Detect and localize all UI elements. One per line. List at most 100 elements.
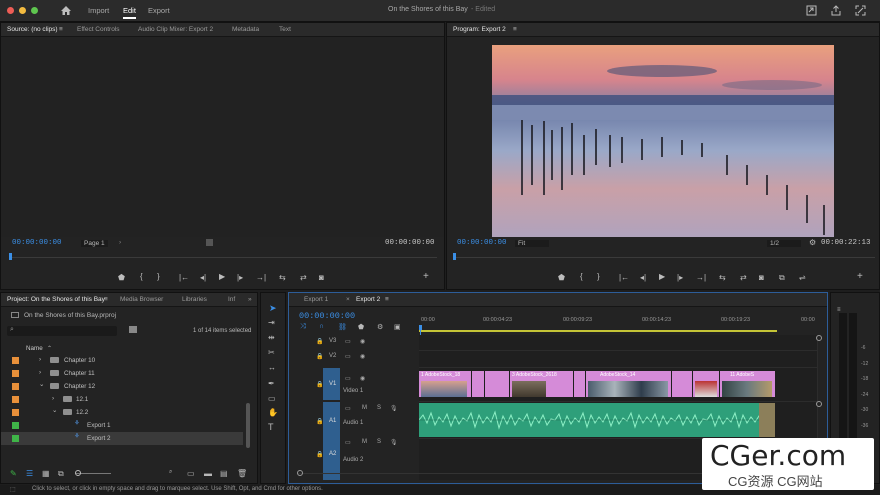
share-icon[interactable] — [831, 5, 841, 16]
tab-source[interactable]: Source: (no clips) — [7, 26, 58, 33]
video-clip[interactable] — [472, 371, 484, 397]
project-row-chapter-12[interactable]: ⌄ Chapter 12 — [1, 380, 256, 393]
program-playhead-timecode[interactable]: 00:00:00:00 — [457, 239, 507, 247]
timeline-ruler[interactable]: 00:00 00:00:04:23 00:00:09:23 00:00:14:2… — [419, 317, 824, 331]
insert-icon[interactable]: ⇆ — [279, 273, 286, 282]
minimize-window-button[interactable] — [19, 7, 26, 14]
column-name-header[interactable]: Name — [26, 345, 43, 352]
vertical-scroll-handle[interactable] — [816, 401, 822, 407]
program-playhead[interactable] — [453, 253, 456, 260]
wrench-icon[interactable]: ⚙ — [809, 238, 816, 247]
tab-info[interactable]: Inf — [228, 296, 235, 303]
program-go-to-out-icon[interactable]: →| — [696, 273, 706, 282]
project-row-export-1[interactable]: ⚘ Export 1 — [1, 419, 256, 432]
pencil-icon[interactable]: ✎ — [10, 469, 17, 478]
menu-export[interactable]: Export — [148, 6, 170, 15]
program-camera-icon[interactable]: ◙ — [759, 273, 764, 282]
sync-lock-icon[interactable]: ▭ — [345, 405, 351, 412]
source-playhead[interactable] — [9, 253, 12, 260]
zoom-slider-handle[interactable] — [75, 470, 81, 476]
rectangle-tool-icon[interactable]: ▭ — [268, 394, 276, 403]
list-view-icon[interactable]: ☰ — [26, 469, 33, 478]
slip-tool-icon[interactable]: ↔ — [268, 363, 276, 372]
disclosure-chevron-icon[interactable]: › — [39, 356, 41, 363]
video-clip[interactable]: AdobeStock_14 — [586, 371, 671, 397]
video-clip[interactable] — [574, 371, 585, 397]
program-video-frame[interactable] — [492, 45, 834, 237]
sync-lock-icon[interactable]: ▭ — [345, 353, 351, 360]
eye-icon[interactable]: ◉ — [360, 375, 365, 382]
timeline-timecode[interactable]: 00:00:00:00 — [299, 311, 355, 321]
tab-text[interactable]: Text — [279, 26, 291, 33]
trash-icon[interactable]: 🗑 — [237, 469, 247, 478]
program-go-to-in-icon[interactable]: |← — [619, 273, 629, 282]
track-id-a2[interactable]: A2 — [329, 451, 336, 457]
mark-out-icon[interactable]: } — [157, 272, 160, 281]
tab-project[interactable]: Project: On the Shores of this Bay — [7, 296, 105, 303]
lock-icon[interactable]: 🔒 — [316, 451, 323, 458]
snap-icon[interactable]: ∩ — [319, 323, 324, 330]
track-id-v2[interactable]: V2 — [329, 353, 336, 359]
audio-clip-tail[interactable] — [759, 403, 775, 437]
tab-source-menu-icon[interactable]: ≡ — [59, 26, 63, 33]
zoom-window-button[interactable] — [31, 7, 38, 14]
disclosure-chevron-icon[interactable]: › — [39, 369, 41, 376]
razor-tool-icon[interactable]: ✂ — [268, 348, 275, 357]
find-icon[interactable]: ⌕ — [169, 469, 172, 476]
tab-project-menu-icon[interactable]: ≡ — [104, 296, 108, 303]
sync-lock-icon[interactable]: ▭ — [345, 375, 351, 382]
program-time-ruler[interactable] — [453, 252, 875, 258]
quick-export-icon[interactable] — [806, 5, 817, 16]
disclosure-chevron-icon[interactable]: › — [52, 395, 54, 402]
video-clip[interactable]: 1 AdobeStock_18 — [419, 371, 471, 397]
tab-media-browser[interactable]: Media Browser — [120, 296, 163, 303]
lock-icon[interactable]: 🔒 — [316, 381, 323, 388]
camera-icon[interactable]: ◙ — [319, 273, 324, 282]
eye-icon[interactable]: ◉ — [360, 338, 365, 345]
new-item-icon[interactable]: ▤ — [220, 469, 228, 478]
eye-icon[interactable]: ◉ — [360, 353, 365, 360]
project-row-chapter-10[interactable]: › Chapter 10 — [1, 354, 256, 367]
overwrite-icon[interactable]: ⇄ — [300, 273, 307, 282]
timeline-marker-icon[interactable]: ⬟ — [358, 323, 364, 331]
track-select-tool-icon[interactable]: ⇥ — [268, 318, 275, 327]
tab-metadata[interactable]: Metadata — [232, 26, 259, 33]
project-search-input[interactable]: ⌕ — [7, 326, 117, 336]
horizontal-scroll-handle-left[interactable] — [297, 470, 303, 476]
ripple-edit-tool-icon[interactable]: ⇹ — [268, 333, 275, 342]
new-item-list-icon[interactable]: ▭ — [187, 469, 195, 478]
program-mark-in-icon[interactable]: { — [580, 272, 583, 281]
step-forward-icon[interactable]: |▸ — [237, 273, 243, 282]
program-step-back-icon[interactable]: ◂| — [640, 273, 646, 282]
program-play-icon[interactable]: ▶ — [659, 272, 665, 281]
mic-icon[interactable]: 🎙 — [390, 405, 398, 412]
new-bin-bottom-icon[interactable]: ▬ — [204, 469, 212, 478]
sync-lock-icon[interactable]: ▭ — [345, 338, 351, 345]
project-row-12-1[interactable]: › 12.1 — [1, 393, 256, 406]
timeline-menu-icon[interactable]: ≡ — [385, 296, 389, 303]
resolution-select[interactable]: 1/2 — [767, 240, 801, 247]
fullscreen-icon[interactable] — [855, 5, 866, 16]
icon-view-icon[interactable]: ▦ — [42, 469, 50, 478]
new-bin-icon[interactable] — [129, 326, 137, 333]
source-playhead-timecode[interactable]: 00:00:00:00 — [12, 239, 62, 247]
video-clip[interactable]: 3 AdobeStock_2618 — [510, 371, 573, 397]
mute-button[interactable]: M — [362, 405, 367, 411]
tab-export-1[interactable]: Export 1 — [304, 296, 328, 303]
video-clip[interactable]: 11 AdobeS — [720, 371, 775, 397]
project-scrollbar[interactable] — [246, 403, 250, 448]
step-back-icon[interactable]: ◂| — [200, 273, 206, 282]
solo-button[interactable]: S — [377, 439, 381, 445]
nest-icon[interactable]: ⤨ — [300, 323, 306, 331]
add-marker-icon[interactable]: ⬟ — [118, 273, 125, 282]
work-area-bar[interactable] — [419, 330, 777, 332]
menu-edit[interactable]: Edit — [123, 6, 136, 15]
video-clip[interactable] — [672, 371, 692, 397]
vertical-scroll-handle[interactable] — [816, 335, 822, 341]
add-button-icon[interactable]: + — [423, 271, 429, 282]
captions-icon[interactable]: ▣ — [394, 323, 401, 331]
freeform-view-icon[interactable]: ⧉ — [58, 469, 64, 479]
disclosure-chevron-down-icon[interactable]: ⌄ — [52, 407, 57, 414]
tab-program-menu-icon[interactable]: ≡ — [513, 26, 517, 33]
type-tool-icon[interactable]: T — [268, 422, 274, 432]
